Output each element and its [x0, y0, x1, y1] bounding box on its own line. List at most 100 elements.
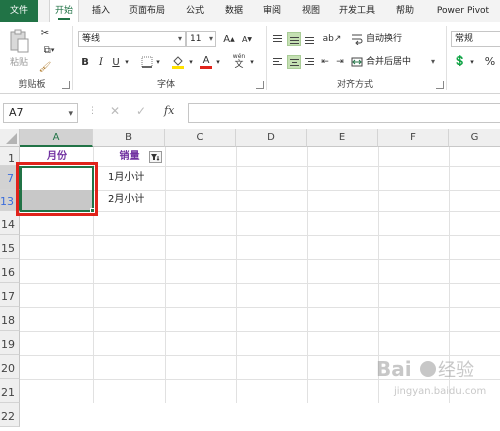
- insert-function-button[interactable]: fx: [164, 104, 174, 117]
- alignment-launcher-icon[interactable]: [436, 81, 444, 89]
- phonetic-button[interactable]: wén 文: [230, 53, 248, 70]
- column-header-f[interactable]: F: [378, 129, 449, 147]
- chevron-down-icon: ▾: [177, 34, 182, 43]
- phonetic-glyph: 文: [234, 60, 244, 70]
- select-all-corner[interactable]: [0, 129, 20, 147]
- column-header-c[interactable]: C: [165, 129, 236, 147]
- chevron-down-icon[interactable]: ▾: [123, 54, 131, 70]
- shrink-font-button[interactable]: A ▼: [240, 31, 254, 47]
- tab-view[interactable]: 视图: [298, 0, 324, 22]
- fill-color-button[interactable]: [170, 54, 186, 70]
- ribbon: 粘贴 ✂ ⧉ ▾ 🖌 剪贴板 等线 ▾ 11 ▾ A ▲ A ▼ B I U ▾ ▾: [0, 22, 500, 94]
- percent-button[interactable]: %: [482, 53, 498, 69]
- paste-button[interactable]: [6, 28, 32, 54]
- font-size-select[interactable]: 11 ▾: [186, 31, 216, 47]
- align-middle-button[interactable]: [287, 32, 301, 46]
- row-header-15[interactable]: 15: [0, 235, 20, 259]
- format-painter-button[interactable]: 🖌: [38, 60, 52, 74]
- chevron-down-icon[interactable]: ▾: [214, 54, 222, 70]
- column-header-a[interactable]: A: [20, 129, 93, 147]
- wrap-text-button[interactable]: 自动换行: [366, 32, 402, 46]
- name-box[interactable]: A7 ▾: [3, 103, 78, 123]
- decrease-indent-button[interactable]: ⇤: [318, 55, 332, 69]
- grow-font-button[interactable]: A ▲: [222, 31, 236, 47]
- increase-indent-icon: ⇥: [336, 57, 344, 67]
- group-label-clipboard: 剪贴板: [18, 80, 46, 90]
- gridline: [165, 147, 166, 403]
- accounting-icon: 💲: [453, 55, 467, 67]
- group-label-alignment: 对齐方式: [336, 80, 373, 90]
- group-label-font: 字体: [156, 80, 175, 90]
- tab-data[interactable]: 数据: [220, 0, 248, 22]
- formula-bar-grip-icon: ⋮: [88, 106, 98, 116]
- cut-button[interactable]: ✂: [38, 26, 52, 40]
- align-center-button[interactable]: [287, 55, 301, 69]
- column-header-e[interactable]: E: [307, 129, 378, 147]
- cell-b7[interactable]: 1月小计: [108, 167, 165, 190]
- tab-formulas[interactable]: 公式: [182, 0, 208, 22]
- copy-icon: ⧉: [43, 44, 51, 56]
- align-bottom-button[interactable]: [303, 32, 317, 46]
- tab-file[interactable]: 文件: [0, 0, 38, 22]
- row-header-18[interactable]: 18: [0, 307, 20, 331]
- filter-icon: [151, 154, 160, 161]
- tab-developer[interactable]: 开发工具: [334, 0, 380, 22]
- font-color-button[interactable]: A: [199, 53, 213, 70]
- chevron-down-icon[interactable]: ▾: [248, 54, 256, 70]
- paint-bucket-icon: [172, 56, 184, 69]
- chevron-down-icon[interactable]: ▾: [431, 57, 435, 66]
- merge-center-button[interactable]: 合并后居中: [366, 55, 411, 69]
- border-button[interactable]: [140, 54, 154, 70]
- highlight-box: [16, 162, 98, 216]
- italic-button[interactable]: I: [94, 54, 108, 70]
- decrease-indent-icon: ⇤: [321, 57, 329, 67]
- clipboard-launcher-icon[interactable]: [62, 81, 70, 89]
- accounting-format-button[interactable]: 💲: [452, 53, 468, 69]
- column-header-d[interactable]: D: [236, 129, 307, 147]
- chevron-down-icon[interactable]: ▾: [154, 54, 162, 70]
- font-name-select[interactable]: 等线 ▾: [78, 31, 186, 47]
- font-color-icon: A: [202, 54, 210, 66]
- font-name-value: 等线: [82, 34, 101, 44]
- tab-insert[interactable]: 插入: [88, 0, 114, 22]
- align-right-button[interactable]: [303, 55, 317, 69]
- paintbrush-icon: 🖌: [38, 61, 52, 73]
- svg-text:Bai: Bai: [376, 357, 412, 381]
- filter-dropdown-button[interactable]: [149, 151, 162, 163]
- row-header-19[interactable]: 19: [0, 331, 20, 355]
- row-header-22[interactable]: 22: [0, 403, 20, 427]
- formula-input[interactable]: [188, 103, 500, 123]
- align-top-button[interactable]: [271, 32, 285, 46]
- row-header-16[interactable]: 16: [0, 259, 20, 283]
- row-header-17[interactable]: 17: [0, 283, 20, 307]
- tab-help[interactable]: 帮助: [392, 0, 418, 22]
- align-left-button[interactable]: [271, 55, 285, 69]
- number-format-select[interactable]: 常规: [451, 31, 500, 47]
- cancel-icon[interactable]: ✕: [110, 104, 120, 118]
- column-header-b[interactable]: B: [93, 129, 165, 147]
- merge-icon: [350, 55, 364, 69]
- copy-button[interactable]: ⧉ ▾: [38, 43, 60, 57]
- underline-button[interactable]: U: [109, 54, 123, 70]
- svg-text:jingyan.baidu.com: jingyan.baidu.com: [393, 386, 486, 397]
- increase-indent-button[interactable]: ⇥: [333, 55, 347, 69]
- paste-label: 粘贴: [9, 57, 28, 68]
- number-format-value: 常规: [455, 34, 474, 44]
- tab-power-pivot[interactable]: Power Pivot: [432, 0, 494, 22]
- tab-review[interactable]: 审阅: [259, 0, 285, 22]
- font-color-swatch: [200, 65, 212, 69]
- row-header-20[interactable]: 20: [0, 355, 20, 379]
- column-header-g[interactable]: G: [449, 129, 500, 147]
- row-header-21[interactable]: 21: [0, 379, 20, 403]
- enter-icon[interactable]: ✓: [136, 104, 146, 118]
- bold-button[interactable]: B: [78, 54, 92, 70]
- font-launcher-icon[interactable]: [256, 81, 264, 89]
- tab-page-layout[interactable]: 页面布局: [124, 0, 170, 22]
- chevron-down-icon[interactable]: ▾: [187, 54, 195, 70]
- chevron-down-icon[interactable]: ▾: [468, 54, 476, 70]
- orientation-button[interactable]: ab↗: [321, 32, 343, 46]
- chevron-down-icon: ▾: [68, 109, 73, 119]
- gridline: [307, 147, 308, 403]
- tab-home[interactable]: 开始: [49, 0, 79, 22]
- cell-b13[interactable]: 2月小计: [108, 189, 165, 210]
